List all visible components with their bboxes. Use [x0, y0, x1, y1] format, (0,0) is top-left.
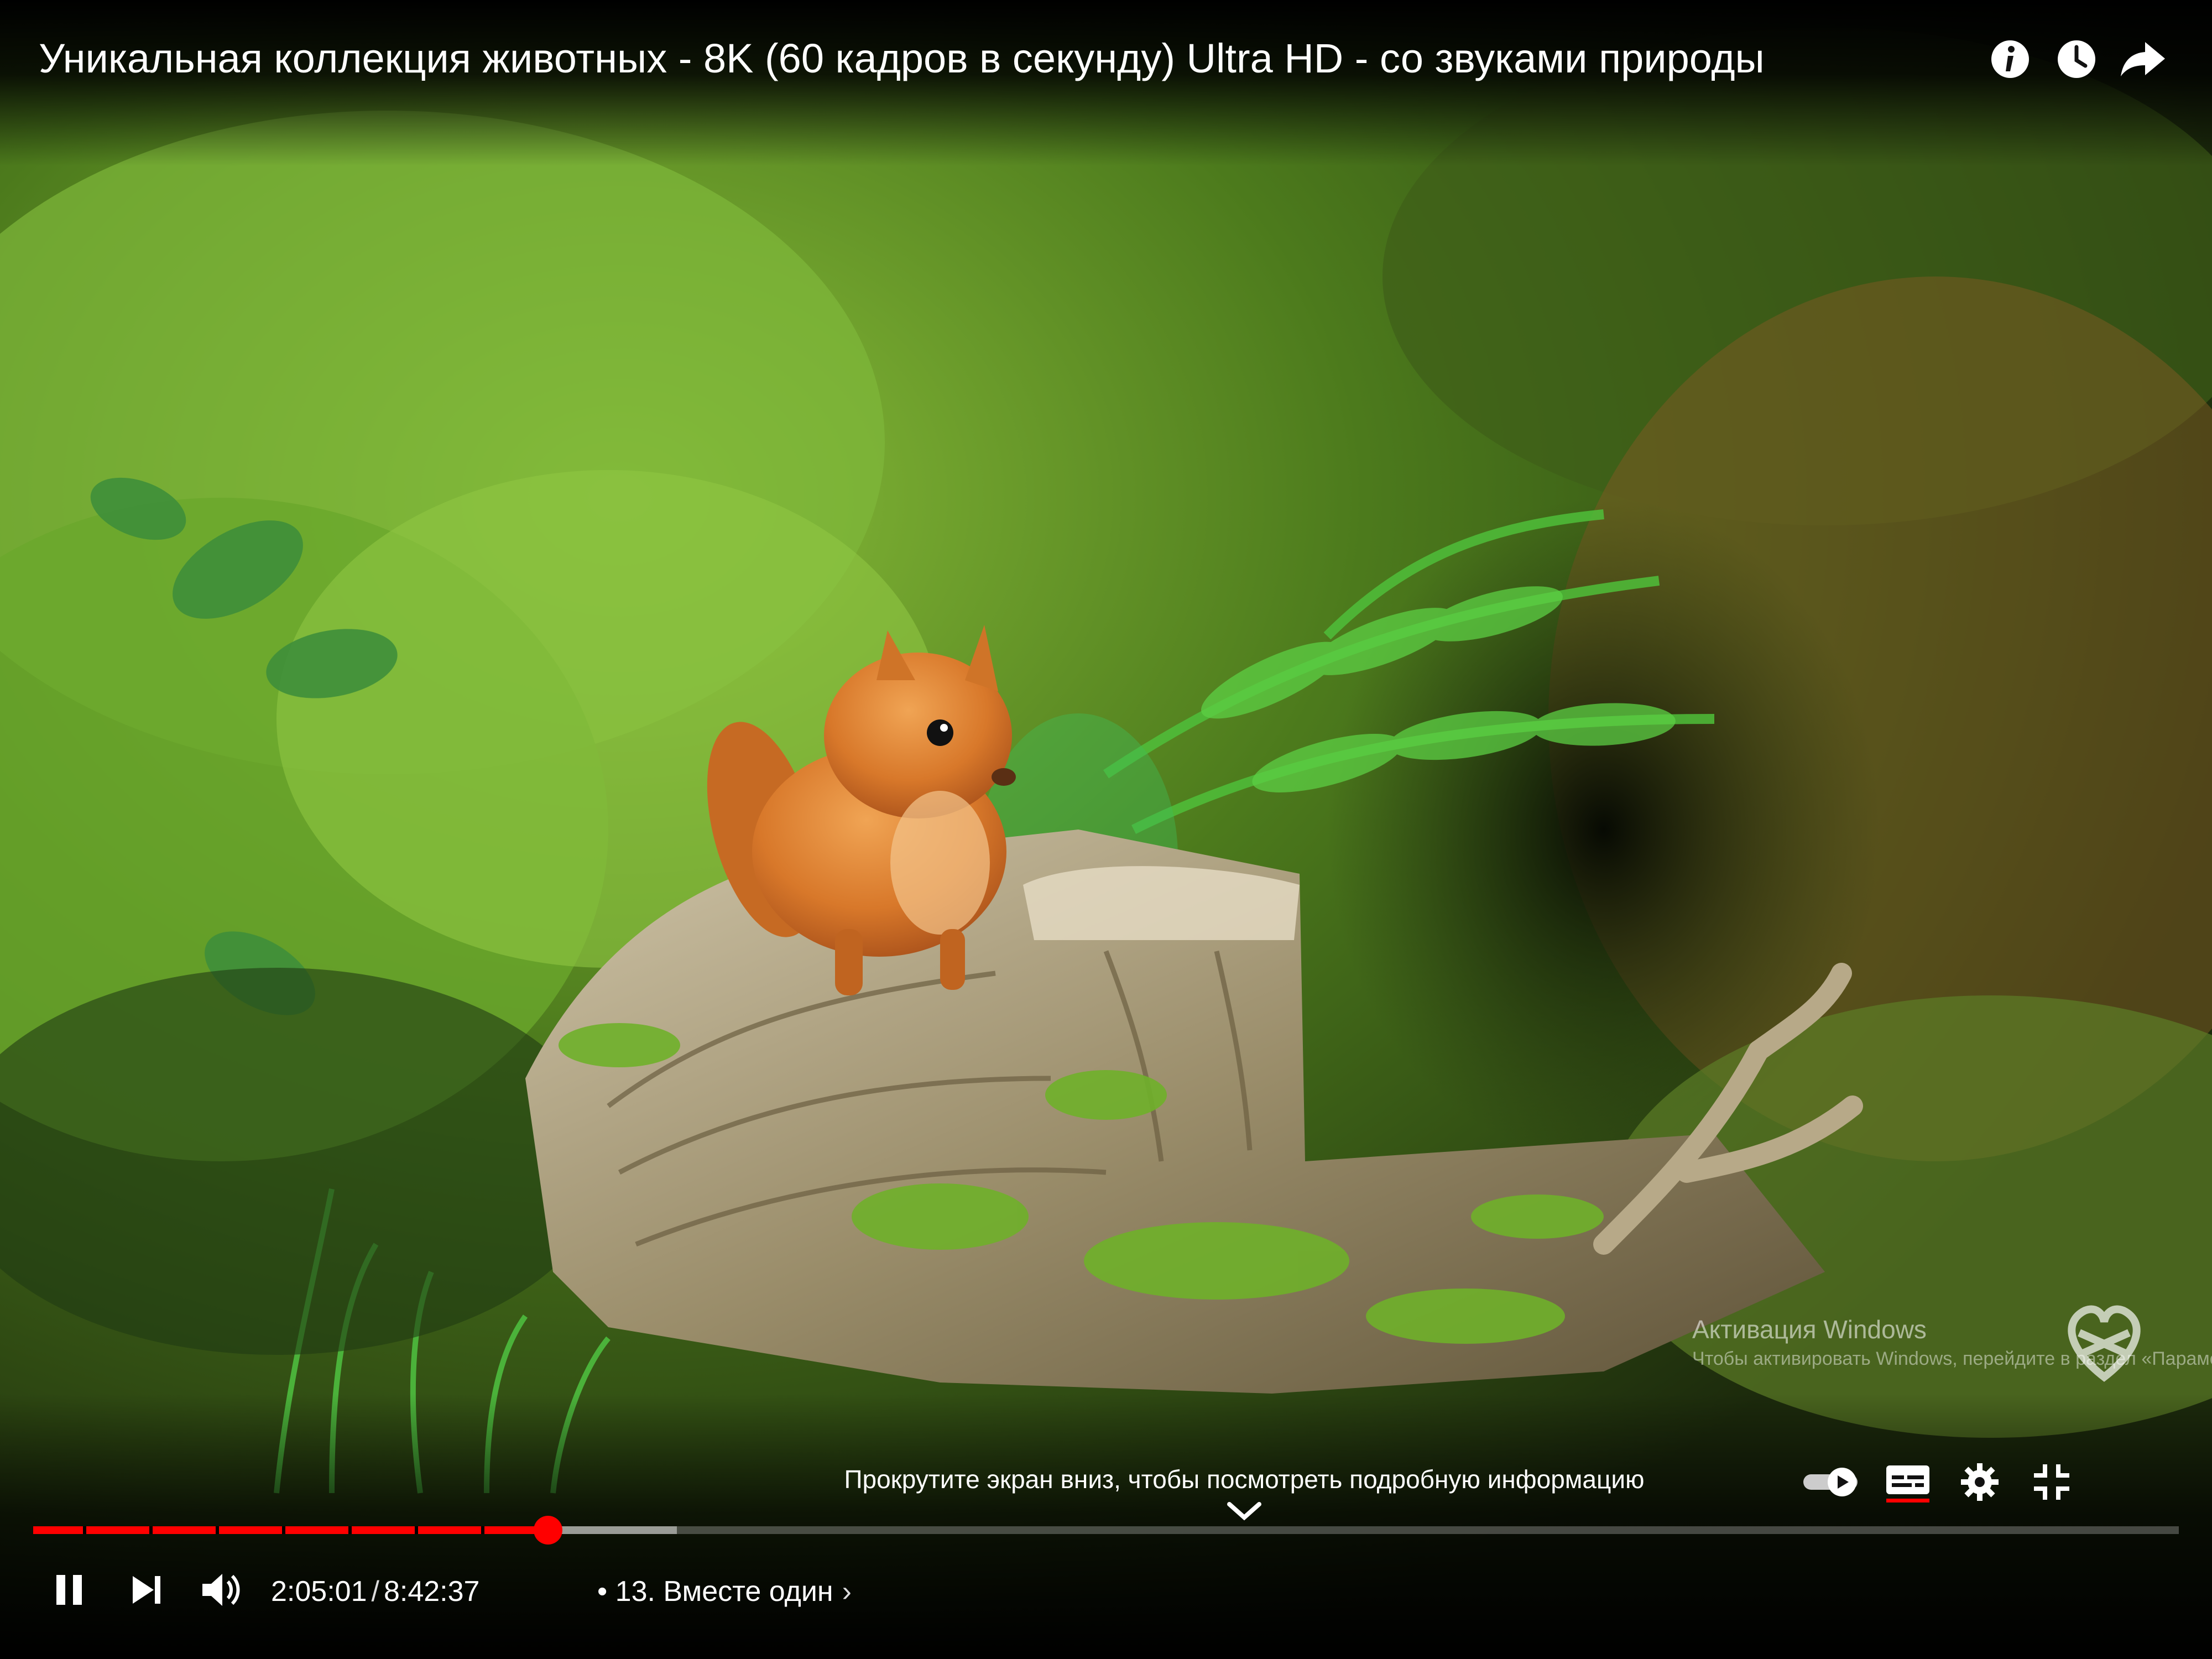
- time-display: 2:05:01/8:42:37: [271, 1569, 479, 1614]
- volume-icon: [202, 1574, 240, 1606]
- video-player[interactable]: Уникальная коллекция животных - 8K (60 к…: [0, 0, 2212, 1659]
- chapter-marker: [149, 1526, 153, 1534]
- chapter-label: • 13. Вместе один: [597, 1575, 833, 1608]
- channel-watermark[interactable]: [2057, 1294, 2151, 1388]
- info-icon: [1991, 40, 2029, 78]
- chapter-markers: [33, 1526, 2179, 1534]
- progress-scrubber[interactable]: [534, 1516, 562, 1545]
- chapter-marker: [348, 1526, 352, 1534]
- video-title: Уникальная коллекция животных - 8K (60 к…: [39, 35, 1765, 81]
- exit-fullscreen-button[interactable]: [2024, 1454, 2079, 1510]
- windows-activation-watermark: Активация Windows: [1692, 1315, 1927, 1344]
- current-time: 2:05:01: [271, 1575, 367, 1608]
- chevron-down-icon[interactable]: [1225, 1500, 1264, 1522]
- chapter-title-button[interactable]: • 13. Вместе один ›: [597, 1569, 852, 1614]
- next-icon: [133, 1576, 160, 1604]
- subtitles-button[interactable]: [1880, 1454, 1936, 1510]
- scroll-hint: Прокрутите экран вниз, чтобы посмотреть …: [844, 1465, 1645, 1494]
- channel-logo-icon: [2068, 1305, 2141, 1382]
- chevron-right-icon: ›: [842, 1575, 852, 1608]
- info-button[interactable]: [1980, 29, 2041, 90]
- exit-fullscreen-icon: [2034, 1464, 2069, 1500]
- chapter-marker: [216, 1526, 219, 1534]
- pause-icon: [56, 1575, 82, 1605]
- subtitles-icon: [1886, 1465, 1929, 1503]
- settings-button[interactable]: [1952, 1454, 2007, 1510]
- time-separator: /: [371, 1575, 379, 1608]
- chapter-marker: [282, 1526, 285, 1534]
- clock-icon: [2058, 40, 2095, 78]
- autoplay-toggle[interactable]: [1797, 1460, 1864, 1504]
- duration: 8:42:37: [383, 1575, 480, 1608]
- play-pause-button[interactable]: [39, 1559, 100, 1620]
- autoplay-toggle-icon: [1803, 1468, 1858, 1496]
- chapter-marker: [83, 1526, 86, 1534]
- progress-bar[interactable]: [33, 1516, 2179, 1545]
- share-button[interactable]: [2112, 29, 2173, 90]
- chapter-marker: [415, 1526, 418, 1534]
- next-button[interactable]: [116, 1559, 177, 1620]
- share-arrow-icon: [2121, 42, 2165, 76]
- volume-button[interactable]: [191, 1559, 252, 1620]
- watch-later-button[interactable]: [2046, 29, 2107, 90]
- chapter-marker: [481, 1526, 484, 1534]
- gear-icon: [1961, 1463, 1999, 1501]
